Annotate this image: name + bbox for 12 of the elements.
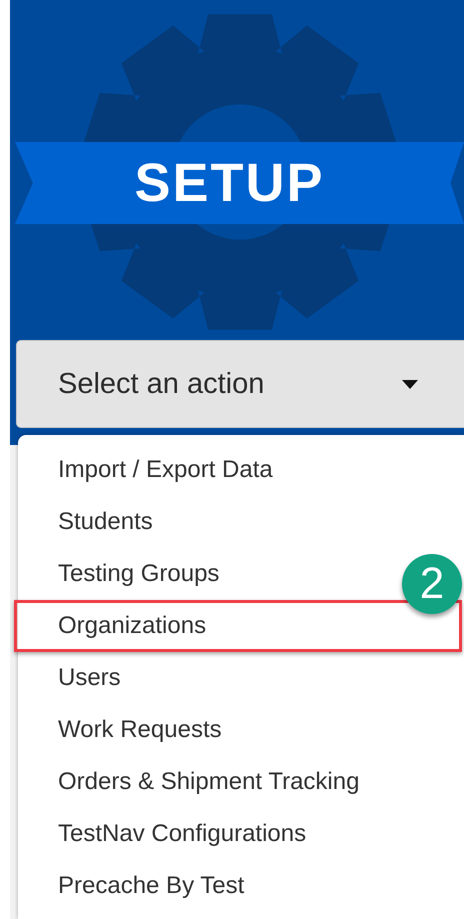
menu-item[interactable]: Testing Groups [18, 548, 220, 600]
menu-item[interactable]: Organizations [14, 600, 462, 652]
menu-item[interactable]: TestNav Configurations [18, 808, 306, 860]
menu-item[interactable]: Users [18, 652, 121, 704]
action-select[interactable]: Select an action [16, 340, 464, 428]
menu-item[interactable]: Work Requests [18, 704, 222, 756]
menu-item[interactable]: Orders & Shipment Tracking [18, 756, 360, 808]
caret-icon [402, 380, 418, 388]
panel-title: SETUP [134, 152, 325, 214]
menu-item[interactable]: Students [18, 496, 153, 548]
menu-item[interactable]: Precache By Test [18, 860, 244, 912]
menu-item[interactable]: Import / Export Data [18, 444, 273, 496]
